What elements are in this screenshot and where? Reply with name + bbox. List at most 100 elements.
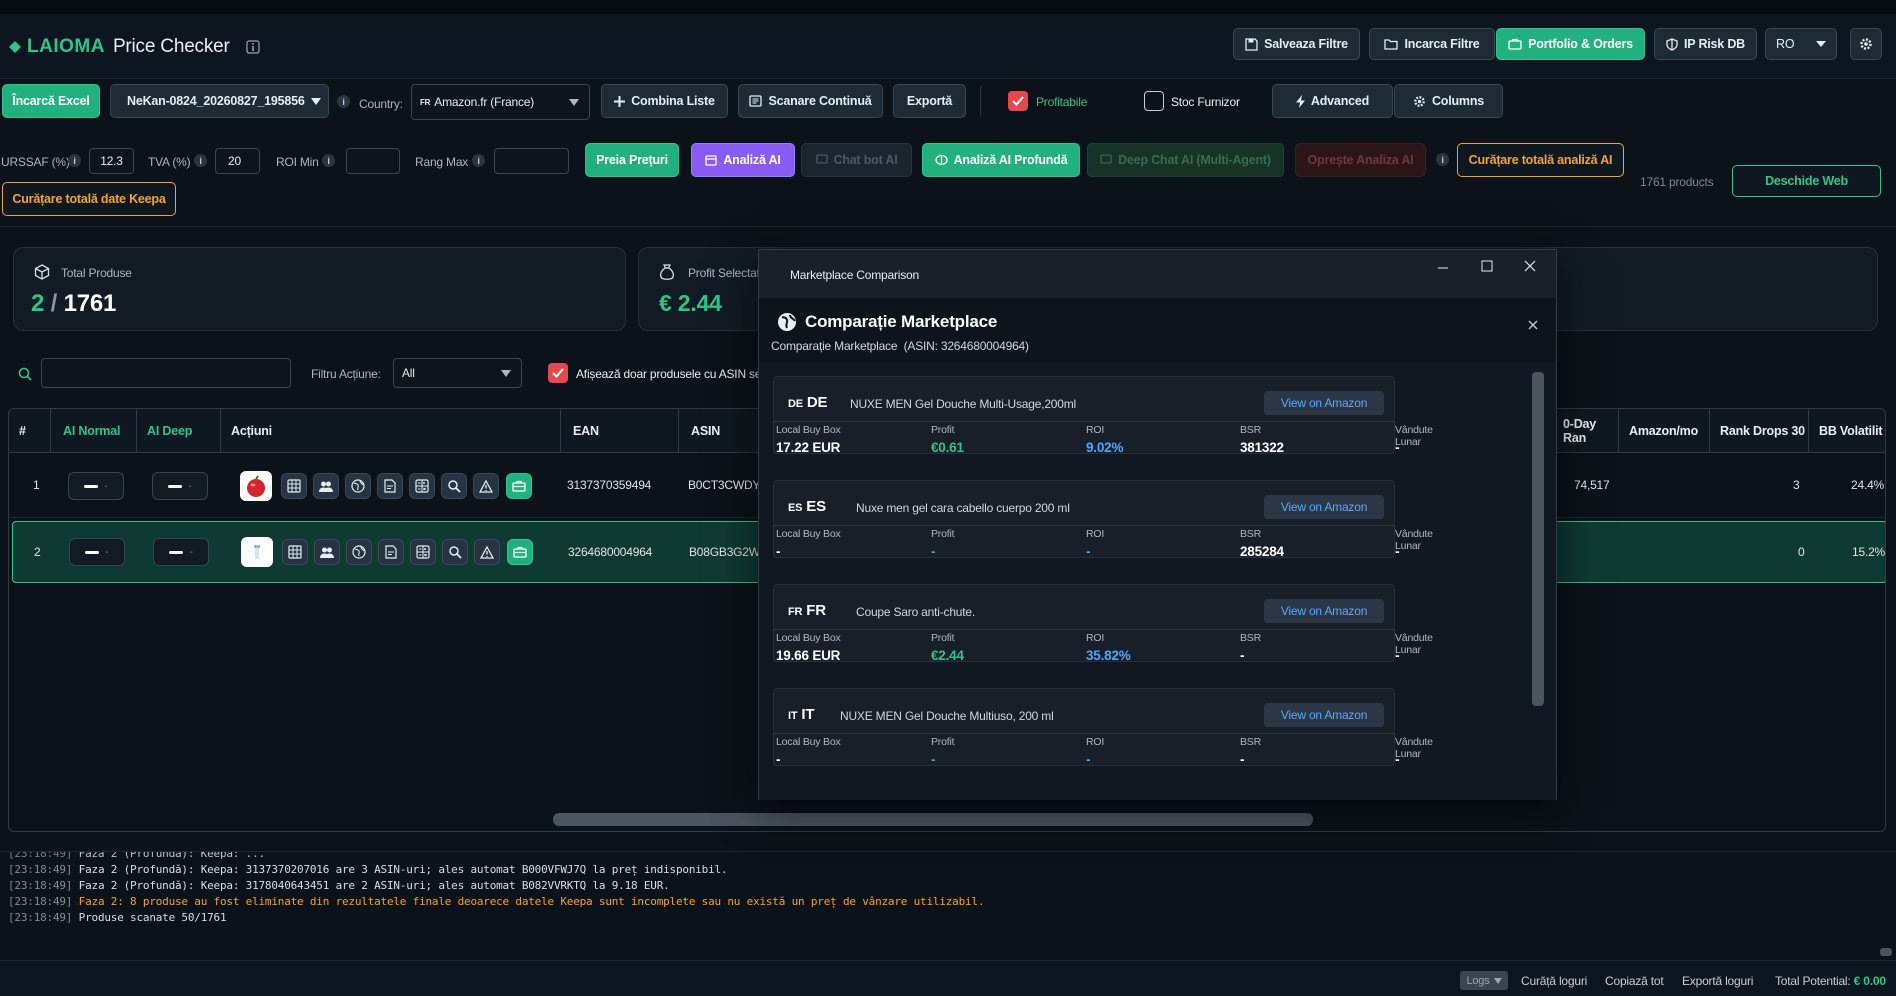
calculator-icon[interactable] [409,473,435,499]
open-web-button[interactable]: Deschide Web [1732,165,1881,197]
search-input[interactable] [41,358,291,388]
col-header-ean[interactable]: EAN [561,409,679,453]
clear-ai-button[interactable]: Curățare totală analiză AI [1457,143,1624,177]
asin-value[interactable]: B0CT3CWDYN [688,478,769,492]
chevron-down-icon [1493,977,1502,984]
info-icon[interactable]: i [194,154,207,167]
view-on-amazon-button[interactable]: View on Amazon [1264,703,1384,727]
market-list-scrollbar[interactable] [1532,372,1544,706]
document-icon[interactable] [378,539,404,565]
export-button[interactable]: Exportă [893,84,966,118]
ip-risk-db-button[interactable]: IP Risk DB [1654,28,1757,60]
ai-deep-badge[interactable]: - [153,538,209,566]
view-on-amazon-button[interactable]: View on Amazon [1264,599,1384,623]
ai-normal-badge[interactable]: - [68,472,124,500]
info-icon[interactable]: i [1436,153,1449,166]
export-label: Exportă [906,94,953,108]
copy-all-button[interactable]: Copiază tot [1605,974,1664,988]
columns-label: Columns [1431,94,1485,108]
log-scrollbar[interactable] [1880,948,1892,956]
supplier-stock-checkbox[interactable] [1144,91,1164,111]
combine-lists-button[interactable]: Combina Liste [601,84,728,118]
document-icon[interactable] [377,473,403,499]
profit-label: Profit [931,528,955,540]
urssaf-input[interactable]: 12.3 [89,148,134,174]
ai-deep-value: - [188,480,192,492]
users-icon[interactable] [314,539,340,565]
market-code-text: IT [801,706,815,723]
col-header-rank[interactable]: 0-Day Ran [1557,409,1619,453]
chat-bot-button[interactable]: Chat bot AI [801,143,912,177]
asin-only-checkbox[interactable] [548,363,568,383]
chat-icon [815,154,828,164]
gear-icon [1860,38,1872,50]
info-icon[interactable]: i [322,154,335,167]
minimize-icon[interactable] [1437,262,1449,274]
col-header-ai-normal[interactable]: AI Normal [51,409,137,453]
ai-normal-badge[interactable]: - [69,538,125,566]
col-header-num[interactable]: # [9,409,51,453]
col-header-actions[interactable]: Acțiuni [221,409,561,453]
advanced-button[interactable]: Advanced [1272,84,1393,118]
col-header-bb-volatility[interactable]: BB Volatilit [1809,409,1885,453]
save-filters-button[interactable]: Salveaza Filtre [1233,28,1360,60]
country-value: Amazon.fr (France) [434,95,535,109]
users-icon[interactable] [313,473,339,499]
warning-icon[interactable] [474,539,500,565]
action-filter-select[interactable]: All [393,358,522,388]
country-select[interactable]: FR Amazon.fr (France) [411,84,590,120]
language-select[interactable]: RO [1765,28,1837,60]
globe-icon[interactable] [346,539,372,565]
ai-deep-badge[interactable]: - [152,472,208,500]
logs-level-select[interactable]: Logs [1460,971,1508,990]
ai-analysis-button[interactable]: Analiză AI [691,143,795,177]
columns-button[interactable]: Columns [1394,84,1503,118]
view-on-amazon-button[interactable]: View on Amazon [1264,495,1384,519]
settings-button[interactable] [1850,28,1882,60]
info-box-icon[interactable] [246,40,260,54]
portfolio-orders-button[interactable]: Portfolio & Orders [1496,28,1645,60]
roi-label: ROI [1086,528,1105,540]
asin-value[interactable]: B08GB3G2W3 [689,545,767,559]
stop-ai-button[interactable]: Oprește Analiza AI [1295,143,1426,177]
col-header-ai-deep[interactable]: AI Deep [137,409,221,453]
globe-icon[interactable] [345,473,371,499]
grid-icon[interactable] [282,539,308,565]
product-thumbnail[interactable] [241,537,273,567]
close-icon[interactable] [1524,260,1536,272]
action-filter-label: Filtru Acțiune: [311,367,381,381]
continuous-scan-button[interactable]: Scanare Continuă [738,84,883,118]
deep-ai-analysis-button[interactable]: Analiză AI Profundă [922,143,1080,177]
deep-chat-button[interactable]: Deep Chat AI (Multi-Agent) [1087,143,1284,177]
briefcase-icon[interactable] [507,539,533,565]
col-header-amazon[interactable]: Amazon/mo [1619,409,1710,453]
calculator-icon[interactable] [410,539,436,565]
info-icon[interactable]: i [472,154,485,167]
tva-input[interactable]: 20 [215,148,260,174]
search-icon[interactable] [441,473,467,499]
product-thumbnail[interactable] [240,471,272,501]
warning-icon[interactable] [473,473,499,499]
info-icon[interactable]: i [68,154,81,167]
clear-logs-button[interactable]: Curăță loguri [1521,974,1587,988]
rank-max-input[interactable] [494,148,569,174]
market-card-it: IT IT NUXE MEN Gel Douche Multiuso, 200 m… [773,688,1433,767]
maximize-icon[interactable] [1481,260,1493,272]
market-code: IT IT [788,706,815,723]
file-select[interactable]: NeKan-0824_20260827_195856 [110,84,329,118]
info-icon[interactable]: i [337,95,350,108]
search-icon[interactable] [442,539,468,565]
col-header-rank-drops[interactable]: Rank Drops 30 [1710,409,1809,453]
load-filters-button[interactable]: Incarca Filtre [1369,28,1495,60]
profitable-checkbox[interactable] [1008,91,1028,111]
close-icon[interactable] [1528,320,1538,330]
fetch-prices-button[interactable]: Preia Prețuri [585,143,679,177]
export-logs-button[interactable]: Exportă loguri [1682,974,1753,988]
briefcase-icon[interactable] [506,473,532,499]
grid-icon[interactable] [281,473,307,499]
horizontal-scrollbar[interactable] [553,813,1313,826]
roi-min-input[interactable] [346,148,400,174]
load-excel-button[interactable]: Încarcă Excel [2,84,100,118]
view-on-amazon-button[interactable]: View on Amazon [1264,391,1384,415]
clear-keepa-button[interactable]: Curățare totală date Keepa [2,182,176,216]
